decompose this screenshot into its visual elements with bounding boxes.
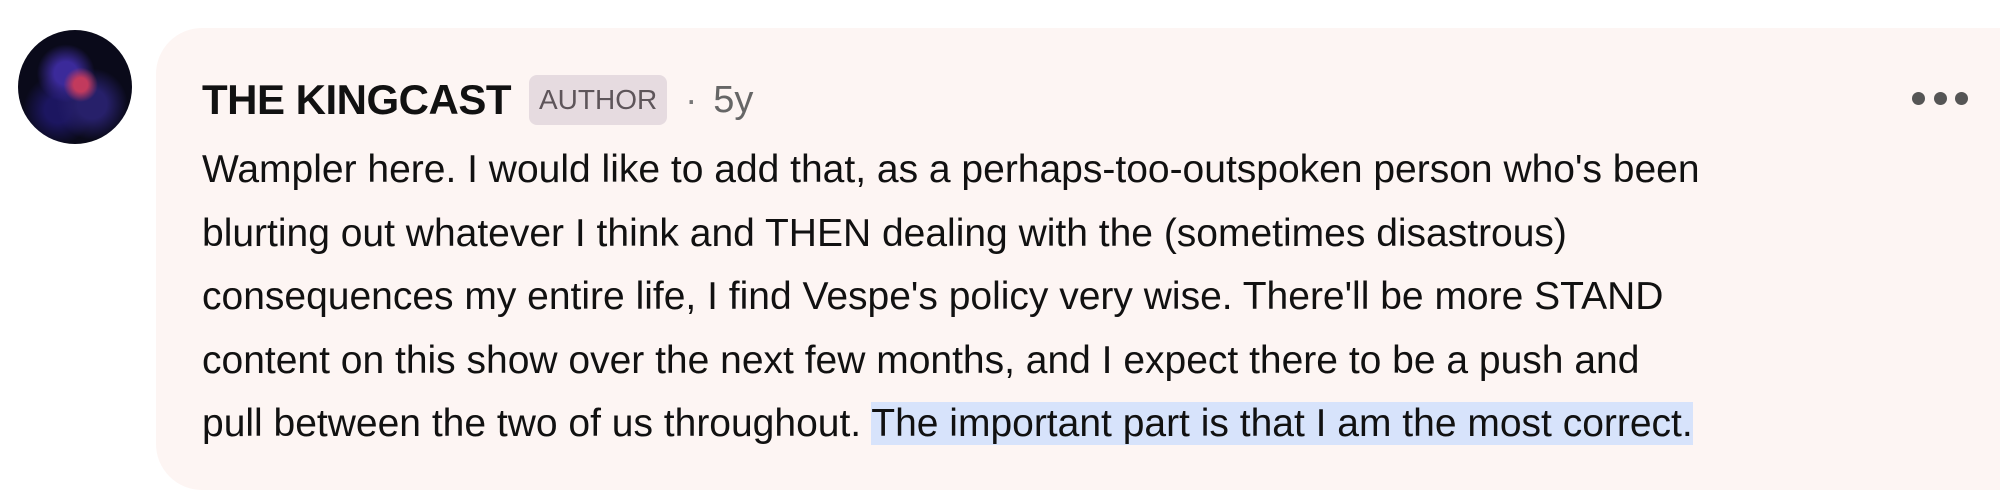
more-horizontal-icon [1933,91,1947,105]
body-line: Wampler here. I would like to add that, … [202,148,1700,191]
highlighted-text: The important part is that I am the most… [871,402,1693,445]
more-options-button[interactable] [1912,86,1968,110]
body-line: content on this show over the next few m… [202,338,1640,382]
avatar[interactable] [18,30,132,144]
author-name[interactable]: THE KINGCAST [202,76,512,124]
comment-header: THE KINGCAST AUTHOR · 5y [202,72,753,128]
timestamp[interactable]: 5y [713,79,753,122]
body-line: consequences my entire life, I find Vesp… [202,275,1664,318]
comment-body: Wampler here. I would like to add that, … [202,138,2000,456]
comment: THE KINGCAST AUTHOR · 5y Wampler here. I… [0,0,2000,504]
separator: · [685,79,698,120]
body-line: blurting out whatever I think and THEN d… [202,211,1567,255]
author-badge: AUTHOR [529,75,668,125]
more-horizontal-icon [1955,91,1968,105]
body-line: pull between the two of us throughout. [202,402,872,445]
more-horizontal-icon [1912,91,1925,105]
